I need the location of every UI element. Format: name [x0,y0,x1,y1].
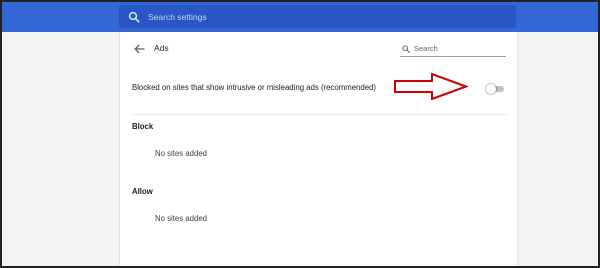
divider [132,114,508,115]
search-icon [402,44,410,53]
ads-settings-card: Ads Blocked on sites that show intrusive… [119,32,518,266]
back-button[interactable] [132,42,146,56]
settings-search-input[interactable] [148,11,516,22]
annotation-arrow-icon [394,73,468,100]
page-search-box[interactable] [400,41,506,57]
blocked-setting-label: Blocked on sites that show intrusive or … [132,83,376,92]
block-empty-text: No sites added [155,149,208,158]
allow-empty-text: No sites added [155,214,208,223]
back-arrow-icon [133,44,144,54]
settings-search-box[interactable] [119,5,516,28]
page-title: Ads [154,43,169,53]
block-heading: Block [132,122,154,131]
search-icon [128,11,140,23]
settings-toolbar [2,2,598,32]
page-search-input[interactable] [414,44,504,53]
browser-frame: Ads Blocked on sites that show intrusive… [0,0,600,268]
toggle-knob [486,84,496,94]
blocked-toggle[interactable] [486,84,504,94]
allow-heading: Allow [132,187,153,196]
